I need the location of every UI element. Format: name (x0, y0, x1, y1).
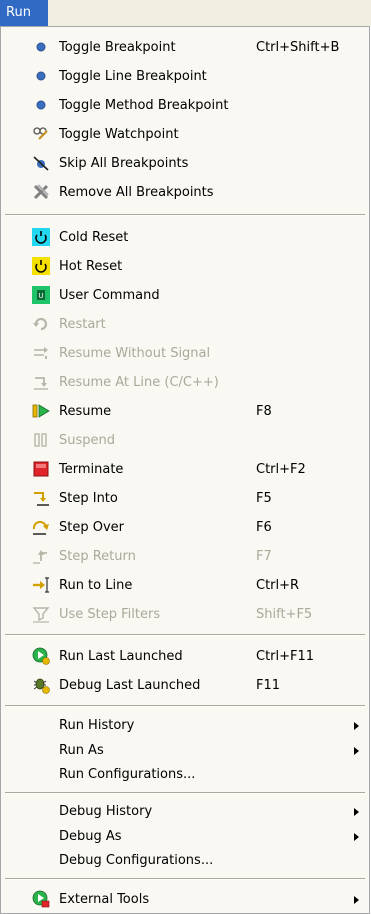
item-shortcut: F5 (256, 491, 272, 506)
separator (5, 792, 365, 794)
submenu-arrow-icon (354, 896, 359, 904)
item-label: Resume At Line (C/C++) (59, 375, 219, 390)
run-launch-icon (32, 647, 50, 665)
run-menu-tab[interactable]: Run (0, 0, 48, 26)
item-label: Hot Reset (59, 259, 123, 274)
suspend-item[interactable]: Suspend (1, 426, 369, 455)
breakpoint-dot-icon (36, 42, 46, 52)
step-return-icon (33, 550, 47, 564)
item-label: Toggle Watchpoint (59, 127, 179, 142)
breakpoint-dot-icon (36, 71, 46, 81)
remove-all-x-icon (33, 184, 49, 200)
skip-all-breakpoints-item[interactable]: Skip All Breakpoints (1, 149, 369, 178)
item-label: Suspend (59, 433, 116, 448)
separator (5, 634, 365, 636)
item-label: Step Into (59, 491, 118, 506)
submenu-arrow-icon (354, 808, 359, 816)
item-label: Run Configurations... (59, 767, 196, 782)
use-step-filters-item[interactable]: Use Step Filters Shift+F5 (1, 600, 369, 629)
toggle-breakpoint-item[interactable]: Toggle Breakpoint Ctrl+Shift+B (1, 33, 369, 62)
item-label: Resume Without Signal (59, 346, 211, 361)
item-label: Debug Last Launched (59, 678, 201, 693)
item-label: Run Last Launched (59, 649, 183, 664)
skip-breakpoints-icon (33, 156, 49, 171)
step-into-item[interactable]: Step Into F5 (1, 484, 369, 513)
restart-icon (33, 317, 48, 331)
external-tools-item[interactable]: External Tools (1, 885, 369, 914)
user-command-item[interactable]: U User Command (1, 281, 369, 310)
item-label: Skip All Breakpoints (59, 156, 189, 171)
item-shortcut: Ctrl+F2 (256, 462, 306, 477)
item-shortcut: Ctrl+R (256, 578, 300, 593)
run-to-line-item[interactable]: Run to Line Ctrl+R (1, 571, 369, 600)
submenu-arrow-icon (354, 747, 359, 755)
debug-configurations-item[interactable]: Debug Configurations... (1, 846, 369, 875)
run-to-line-icon (33, 577, 49, 593)
item-label: Cold Reset (59, 230, 129, 245)
step-over-icon (32, 520, 49, 535)
menu-bar: Run (0, 0, 371, 26)
step-over-item[interactable]: Step Over F6 (1, 513, 369, 542)
submenu-arrow-icon (354, 722, 359, 730)
item-shortcut: F11 (256, 678, 281, 693)
item-label: User Command (59, 288, 160, 303)
remove-all-breakpoints-item[interactable]: Remove All Breakpoints (1, 178, 369, 207)
item-label: Step Return (59, 549, 136, 564)
step-into-icon (34, 492, 49, 506)
cold-reset-item[interactable]: Cold Reset (1, 223, 369, 252)
item-label: Resume (59, 404, 112, 419)
step-filters-icon (32, 607, 50, 623)
svg-text:U: U (38, 292, 43, 300)
submenu-arrow-icon (354, 833, 359, 841)
item-label: Toggle Method Breakpoint (59, 98, 229, 113)
item-label: Toggle Line Breakpoint (59, 69, 207, 84)
item-label: Use Step Filters (59, 607, 161, 622)
item-label: Run to Line (59, 578, 133, 593)
item-shortcut: Ctrl+Shift+B (256, 40, 340, 55)
separator (5, 214, 365, 216)
separator (5, 705, 365, 707)
resume-at-line-item[interactable]: Resume At Line (C/C++) (1, 368, 369, 397)
restart-item[interactable]: Restart (1, 310, 369, 339)
debug-bug-icon (33, 678, 50, 694)
step-return-item[interactable]: Step Return F7 (1, 542, 369, 571)
item-shortcut: Shift+F5 (256, 607, 313, 622)
terminate-item[interactable]: Terminate Ctrl+F2 (1, 455, 369, 484)
item-label: Debug Configurations... (59, 853, 214, 868)
hot-reset-icon (32, 257, 50, 275)
item-label: Terminate (59, 462, 124, 477)
toggle-method-breakpoint-item[interactable]: Toggle Method Breakpoint (1, 91, 369, 120)
breakpoint-dot-icon (36, 100, 46, 110)
item-label: Restart (59, 317, 106, 332)
item-label: Remove All Breakpoints (59, 185, 214, 200)
resume-without-signal-item[interactable]: Resume Without Signal (1, 339, 369, 368)
item-label: Step Over (59, 520, 124, 535)
resume-without-signal-icon (34, 347, 48, 359)
cold-reset-icon (32, 228, 50, 246)
resume-at-line-icon (34, 377, 48, 390)
item-label: Toggle Breakpoint (59, 40, 176, 55)
external-tools-icon (32, 890, 50, 908)
toggle-line-breakpoint-item[interactable]: Toggle Line Breakpoint (1, 62, 369, 91)
suspend-icon (34, 433, 47, 447)
user-command-icon: U (32, 286, 50, 304)
watchpoint-glasses-icon (33, 127, 48, 140)
resume-icon (32, 404, 50, 418)
terminate-icon (33, 461, 49, 477)
toggle-watchpoint-item[interactable]: Toggle Watchpoint (1, 120, 369, 149)
item-shortcut: F8 (256, 404, 272, 419)
item-shortcut: F6 (256, 520, 272, 535)
run-configurations-item[interactable]: Run Configurations... (1, 760, 369, 789)
resume-item[interactable]: Resume F8 (1, 397, 369, 426)
separator (5, 878, 365, 880)
item-shortcut: F7 (256, 549, 272, 564)
item-label: External Tools (59, 892, 150, 907)
hot-reset-item[interactable]: Hot Reset (1, 252, 369, 281)
item-shortcut: Ctrl+F11 (256, 649, 315, 664)
run-last-launched-item[interactable]: Run Last Launched Ctrl+F11 (1, 642, 369, 671)
debug-last-launched-item[interactable]: Debug Last Launched F11 (1, 671, 369, 700)
run-menu-dropdown: Toggle Breakpoint Ctrl+Shift+B Toggle Li… (0, 26, 370, 914)
